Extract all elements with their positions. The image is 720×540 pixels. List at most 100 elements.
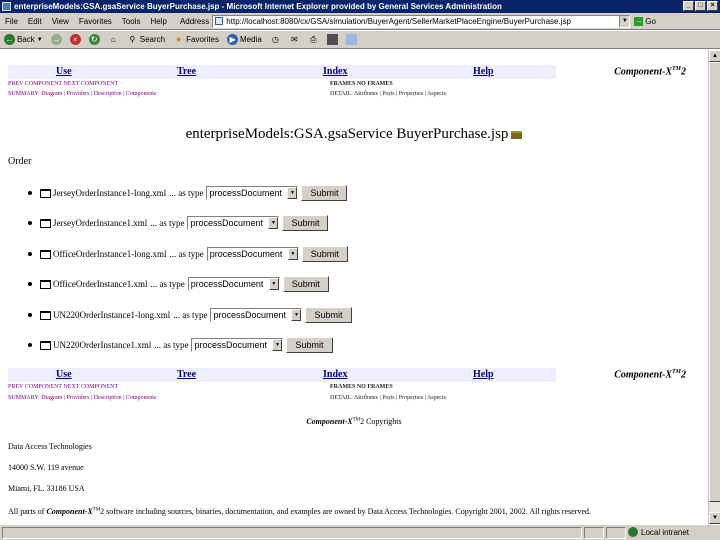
file-icon[interactable] [40, 279, 51, 289]
address-input[interactable]: http://localhost:8080/cx/GSA/simulation/… [212, 14, 631, 28]
back-button[interactable]: ← Back ▼ [4, 34, 43, 45]
scroll-down-icon[interactable]: ▼ [709, 512, 720, 524]
menu-help[interactable]: Help [145, 17, 171, 26]
frames-links[interactable]: FRAMES NO FRAMES [330, 384, 393, 390]
forward-arrow-icon: → [50, 34, 62, 45]
folder-icon[interactable] [511, 130, 523, 139]
home-button[interactable]: ⌂ [108, 34, 119, 45]
status-cell [606, 527, 626, 539]
type-select[interactable]: processDocument ▼ [206, 247, 299, 261]
nav-index-link[interactable]: Index [323, 369, 347, 380]
order-file-link[interactable]: OfficeOrderInstance1.xml [53, 279, 148, 289]
nav-help-link[interactable]: Help [473, 66, 494, 77]
prev-next-links[interactable]: PREV COMPONENT NEXT COMPONENT [8, 81, 118, 87]
mail-icon: ✉ [290, 35, 298, 44]
type-select[interactable]: processDocument ▼ [187, 216, 280, 230]
menu-tools[interactable]: Tools [117, 17, 146, 26]
nav-tree-link[interactable]: Tree [177, 369, 196, 380]
page-title-text: enterpriseModels:GSA.gsaService BuyerPur… [185, 126, 509, 142]
chevron-down-icon: ▼ [272, 339, 283, 351]
as-type-label: ... as type [169, 249, 204, 259]
chevron-down-icon: ▼ [268, 278, 279, 290]
file-icon[interactable] [40, 218, 51, 228]
nav-use-link[interactable]: Use [56, 66, 72, 77]
menu-edit[interactable]: Edit [23, 17, 47, 26]
discuss-button[interactable] [345, 34, 357, 45]
maximize-button[interactable]: □ [695, 1, 706, 11]
scroll-up-icon[interactable]: ▲ [709, 50, 720, 62]
zone-label: Local intranet [641, 527, 690, 537]
standard-toolbar: ← Back ▼ → × ↻ ⌂ ⚲ Search ★ Favorites ▶ … [0, 31, 720, 49]
forward-button[interactable]: → [50, 34, 62, 45]
bullet-icon [28, 282, 32, 286]
file-icon[interactable] [40, 310, 51, 320]
print-icon: ⎙ [310, 35, 317, 44]
prev-next-links[interactable]: PREV COMPONENT NEXT COMPONENT [8, 384, 118, 390]
home-icon: ⌂ [110, 35, 116, 44]
brand-logo: Component-XTM2 [614, 66, 686, 77]
detail-links[interactable]: DETAIL: Attributes | Ports | Properties … [330, 395, 446, 401]
address-value: http://localhost:8080/cx/GSA/simulation/… [226, 16, 571, 26]
submit-button[interactable]: Submit [282, 276, 329, 292]
submit-button[interactable]: Submit [301, 185, 348, 201]
media-label: Media [240, 35, 262, 44]
type-select[interactable]: processDocument ▼ [206, 186, 299, 200]
stop-icon: × [69, 34, 81, 45]
file-icon[interactable] [40, 249, 51, 259]
chevron-down-icon: ▼ [287, 248, 298, 260]
nav-help-link[interactable]: Help [473, 369, 494, 380]
vertical-scrollbar[interactable]: ▲ ▼ [708, 50, 720, 524]
stop-button[interactable]: × [69, 34, 81, 45]
summary-links[interactable]: SUMMARY: Diagram | Providers | Descripti… [8, 395, 156, 401]
bullet-icon [28, 313, 32, 317]
order-file-link[interactable]: JerseyOrderInstance1.xml [53, 218, 147, 228]
order-file-link[interactable]: UN220OrderInstance1.xml [53, 340, 151, 350]
history-button[interactable]: ◷ [270, 34, 281, 45]
menu-file[interactable]: File [0, 17, 23, 26]
summary-links[interactable]: SUMMARY: Diagram | Providers | Descripti… [8, 91, 156, 97]
edit-icon [326, 34, 338, 45]
go-button[interactable]: → Go [634, 16, 656, 26]
order-file-link[interactable]: OfficeOrderInstance1-long.xml [53, 249, 167, 259]
chevron-down-icon: ▼ [291, 309, 302, 321]
edit-button[interactable] [326, 34, 338, 45]
search-label: Search [139, 35, 166, 44]
menu-view[interactable]: View [47, 17, 74, 26]
type-select[interactable]: processDocument ▼ [187, 277, 280, 291]
type-select[interactable]: processDocument ▼ [210, 308, 303, 322]
list-item: UN220OrderInstance1.xml ... as type proc… [28, 337, 333, 353]
submit-button[interactable]: Submit [282, 215, 329, 231]
menu-favorites[interactable]: Favorites [74, 17, 117, 26]
frames-links[interactable]: FRAMES NO FRAMES [330, 81, 393, 87]
minimize-button[interactable]: _ [683, 1, 694, 11]
scroll-thumb[interactable] [709, 62, 720, 502]
nav-use-link[interactable]: Use [56, 369, 72, 380]
company-street: 14000 S.W. 119 avenue [8, 463, 84, 472]
window-controls: _ □ × [683, 1, 718, 11]
type-select[interactable]: processDocument ▼ [191, 338, 284, 352]
nav-index-link[interactable]: Index [323, 66, 347, 77]
list-item: UN220OrderInstance1-long.xml ... as type… [28, 307, 352, 323]
file-icon[interactable] [40, 188, 51, 198]
media-button[interactable]: ▶ Media [227, 34, 262, 45]
close-button[interactable]: × [707, 1, 718, 11]
back-dropdown-icon: ▼ [36, 36, 43, 43]
file-icon[interactable] [40, 340, 51, 350]
favorites-label: Favorites [186, 35, 220, 44]
mail-button[interactable]: ✉ [289, 34, 300, 45]
nav-tree-link[interactable]: Tree [177, 66, 196, 77]
order-file-link[interactable]: JerseyOrderInstance1-long.xml [53, 188, 166, 198]
address-dropdown-icon[interactable]: ▼ [619, 15, 630, 27]
search-button[interactable]: ⚲ Search [127, 34, 165, 45]
back-label: Back [17, 35, 35, 44]
submit-button[interactable]: Submit [305, 307, 352, 323]
refresh-button[interactable]: ↻ [88, 34, 100, 45]
submit-button[interactable]: Submit [286, 337, 333, 353]
order-file-link[interactable]: UN220OrderInstance1-long.xml [53, 310, 170, 320]
security-zone: Local intranet [628, 527, 689, 537]
favorites-button[interactable]: ★ Favorites [173, 34, 219, 45]
detail-links[interactable]: DETAIL: Attributes | Ports | Properties … [330, 91, 446, 97]
window-titlebar: enterpriseModels:GSA.gsaService BuyerPur… [0, 0, 720, 13]
submit-button[interactable]: Submit [301, 246, 348, 262]
print-button[interactable]: ⎙ [308, 34, 319, 45]
